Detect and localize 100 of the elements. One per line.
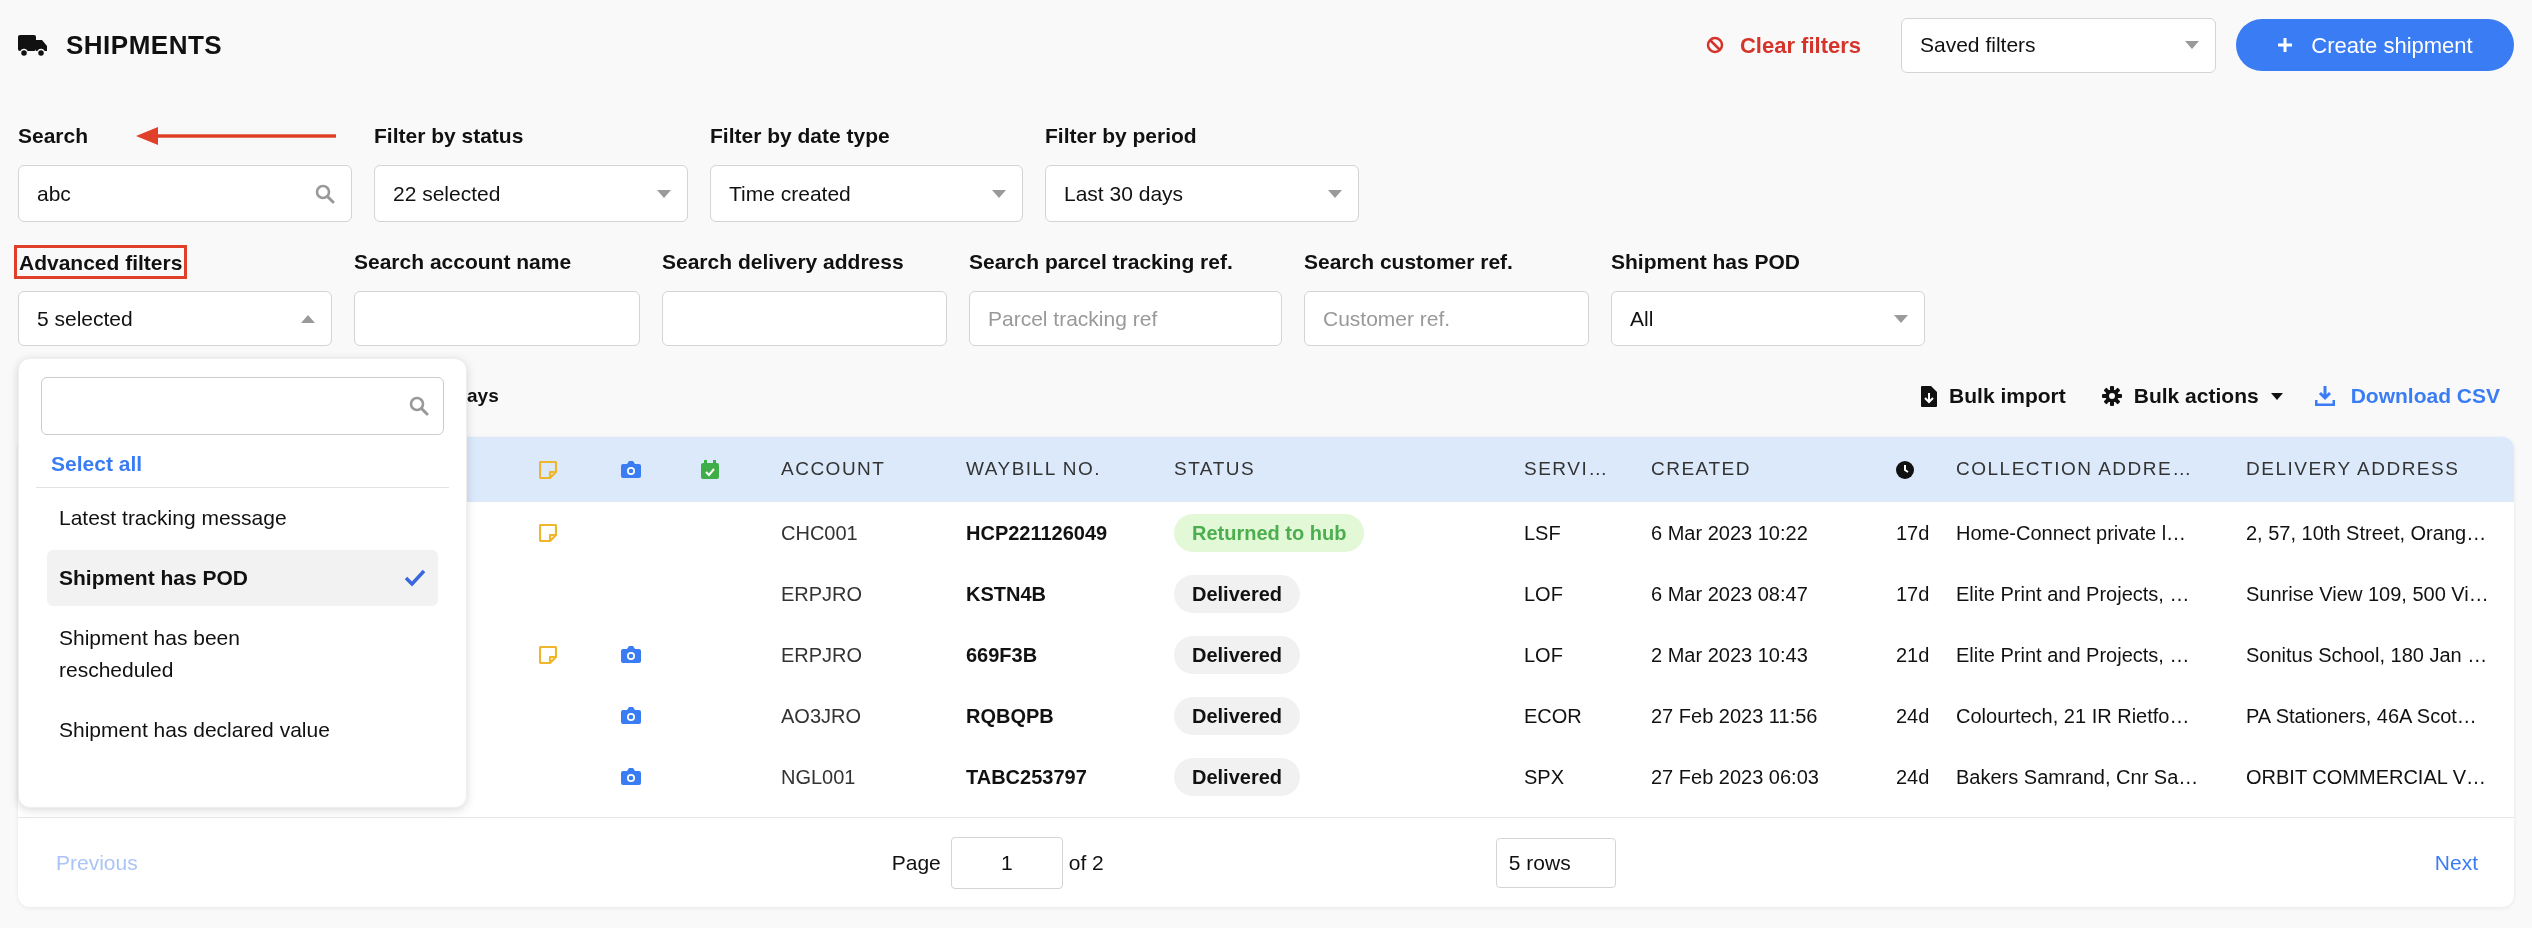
page-title: SHIPMENTS (66, 28, 223, 62)
select-field[interactable]: 5 selected (18, 291, 332, 346)
status-badge: Delivered (1174, 574, 1301, 613)
dropdown-option[interactable]: Latest tracking message (47, 490, 438, 546)
caret-down-icon (657, 189, 671, 198)
bulk-actions-button[interactable]: Bulk actions (2101, 380, 2283, 412)
select-field[interactable]: Time created (710, 165, 1023, 222)
column-header: COLLECTION ADDRE… (1955, 457, 2194, 482)
check-icon (404, 569, 426, 587)
column-header: SERVI… (1523, 457, 1610, 482)
clock-icon (1896, 460, 1914, 479)
table-cell-text: 27 Feb 2023 11:56 (1650, 703, 1819, 729)
select-all-link[interactable]: Select all (51, 447, 143, 481)
page-count: of 2 (1068, 849, 1104, 876)
table-cell-text: 24d (1895, 764, 1931, 790)
table-cell-text: 21d (1895, 642, 1931, 668)
filter-label: Filter by status (374, 123, 524, 149)
select-field[interactable]: Last 30 days (1045, 165, 1359, 222)
table-cell-text: TABC253797 (965, 764, 1088, 790)
summary-text: ays (467, 383, 499, 408)
caret-down-icon (1328, 189, 1342, 198)
table-cell-text: 17d (1895, 581, 1931, 607)
table-cell-text: Bakers Samrand, Cnr Sa… (1955, 764, 2200, 790)
caret-down-icon (1894, 314, 1908, 323)
table-cell-text: Home-Connect private l… (1955, 520, 2188, 546)
input-field[interactable] (354, 291, 640, 346)
page-label: Page (891, 849, 941, 876)
input-field[interactable] (662, 291, 947, 346)
caret-up-icon (301, 314, 315, 323)
table-cell-text: PA Stationers, 46A Scot… (2245, 703, 2478, 729)
dropdown-option[interactable]: Shipment has POD (47, 550, 438, 606)
caret-down-icon (2185, 41, 2199, 49)
table-cell-text: LOF (1523, 642, 1564, 668)
table-cell-text: RQBQPB (965, 703, 1055, 729)
status-badge: Delivered (1174, 696, 1301, 735)
table-cell-text: 6 Mar 2023 10:22 (1650, 520, 1809, 546)
table-cell-text: 2 Mar 2023 10:43 (1650, 642, 1809, 668)
rows-select[interactable]: 5 rows (1495, 837, 1616, 888)
filter-label: Search delivery address (662, 249, 904, 275)
column-header: CREATED (1650, 457, 1752, 482)
select-field[interactable]: 22 selected (374, 165, 688, 222)
table-cell-text: CHC001 (780, 520, 859, 546)
table-cell-text: ECOR (1523, 703, 1583, 729)
status-badge: Returned to hub (1174, 513, 1365, 552)
column-header: STATUS (1173, 457, 1257, 482)
dropdown-option[interactable]: Shipment has been rescheduled (47, 610, 438, 698)
table-cell-text: Colourtech, 21 IR Rietfo… (1955, 703, 2191, 729)
create-shipment-button[interactable]: Create shipment (2236, 19, 2514, 71)
dropdown-option[interactable]: Shipment has declared value (47, 702, 438, 758)
table-cell-text: SPX (1523, 764, 1566, 790)
table-cell-text: ERPJRO (780, 581, 864, 607)
file-import-icon (1921, 385, 1938, 407)
column-header: DELIVERY ADDRESS (2245, 457, 2461, 482)
search-field[interactable] (41, 377, 444, 435)
status-badge: Delivered (1174, 635, 1301, 674)
search-icon (315, 183, 335, 204)
table-cell-text: HCP221126049 (965, 520, 1109, 546)
note-icon (539, 460, 557, 479)
prohibited-icon (1705, 36, 1724, 54)
table-cell-text: 2, 57, 10th Street, Orang… (2245, 520, 2488, 546)
table-cell-text: 27 Feb 2023 06:03 (1650, 764, 1820, 790)
saved-filters-select[interactable]: Saved filters (1901, 17, 2216, 73)
download-csv-button[interactable]: Download CSV (2314, 380, 2500, 412)
table-cell-text: NGL001 (780, 764, 857, 790)
gear-icon (2101, 386, 2122, 406)
table-cell-text: KSTN4B (965, 581, 1047, 607)
table-cell-text: Elite Print and Projects, … (1955, 642, 2191, 668)
page-input[interactable]: 1 (950, 836, 1063, 889)
bulk-import-button[interactable]: Bulk import (1921, 380, 2066, 412)
filter-label: Search customer ref. (1304, 249, 1513, 275)
truck-icon (18, 33, 48, 57)
table-cell-text: AO3JRO (780, 703, 863, 729)
status-badge: Delivered (1174, 757, 1301, 796)
table-cell-text: Elite Print and Projects, … (1955, 581, 2191, 607)
caret-down-icon (992, 189, 1006, 198)
table-cell-text: LSF (1523, 520, 1562, 546)
column-header: ACCOUNT (780, 457, 887, 482)
filter-label: Advanced filters (14, 245, 188, 279)
camera-icon (621, 461, 641, 478)
table-cell-text: Sonitus School, 180 Jan … (2245, 642, 2489, 668)
filter-label: Shipment has POD (1611, 249, 1801, 275)
filter-label: Filter by period (1045, 123, 1197, 149)
filter-label: Search account name (354, 249, 572, 275)
filter-label: Filter by date type (710, 123, 890, 149)
table-cell-text: LOF (1523, 581, 1564, 607)
table-cell-text: 24d (1895, 703, 1931, 729)
select-field[interactable]: All (1611, 291, 1925, 346)
table-cell-text: ERPJRO (780, 642, 864, 668)
next-button[interactable]: Next (2434, 846, 2478, 879)
table-cell-text: ORBIT COMMERCIAL V… (2245, 764, 2488, 790)
plus-icon (2277, 37, 2294, 53)
table-cell-text: 669F3B (965, 642, 1039, 668)
search-field[interactable]: abc (18, 165, 352, 222)
column-header: WAYBILL NO. (965, 457, 1103, 482)
download-icon (2314, 386, 2335, 406)
caret-down-icon (2270, 392, 2283, 400)
search-icon (409, 396, 429, 416)
clear-filters-button[interactable]: Clear filters (1705, 28, 1861, 62)
table-cell-text: 17d (1895, 520, 1931, 546)
filter-label: Search (18, 123, 89, 149)
